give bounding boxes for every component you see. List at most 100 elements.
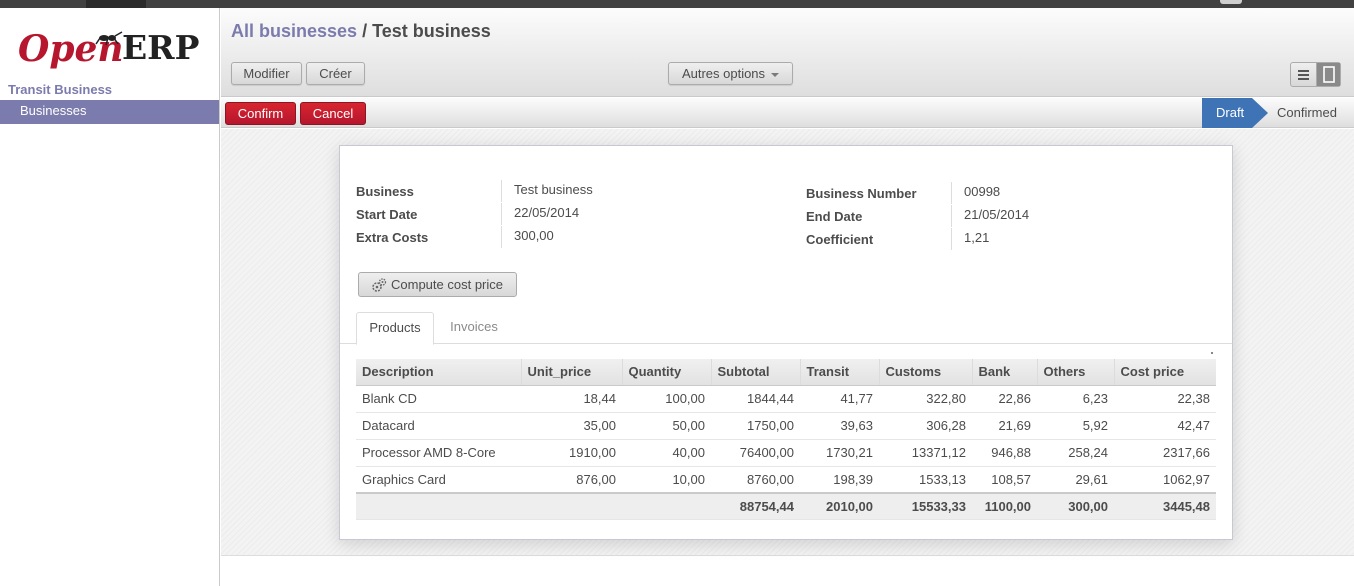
confirm-button[interactable]: Confirm bbox=[225, 102, 296, 125]
cell-subtotal: 1844,44 bbox=[711, 385, 800, 413]
list-resize-dot bbox=[1211, 352, 1213, 354]
total-customs: 15533,33 bbox=[879, 492, 972, 520]
total-quantity bbox=[622, 492, 711, 520]
business-number-field[interactable]: 00998 bbox=[951, 182, 1211, 204]
column-header-others[interactable]: Others bbox=[1036, 359, 1114, 386]
end-date-label: End Date bbox=[806, 209, 863, 224]
cell-bank: 21,69 bbox=[972, 412, 1037, 440]
edit-button[interactable]: Modifier bbox=[231, 62, 302, 85]
column-header-quantity[interactable]: Quantity bbox=[621, 359, 711, 386]
view-switcher bbox=[1290, 62, 1341, 87]
stage-draft: Draft bbox=[1202, 98, 1252, 128]
business-field[interactable]: Test business bbox=[501, 180, 781, 202]
column-header-cost-price[interactable]: Cost price bbox=[1113, 359, 1216, 386]
top-menu-bar bbox=[0, 0, 1354, 8]
cell-others: 5,92 bbox=[1037, 412, 1114, 440]
notebook-tabs: Products Invoices bbox=[340, 312, 1232, 345]
cell-transit: 41,77 bbox=[800, 385, 879, 413]
cell-bank: 946,88 bbox=[972, 439, 1037, 467]
table-row[interactable]: Graphics Card 876,00 10,00 8760,00 198,3… bbox=[356, 466, 1216, 494]
cell-subtotal: 1750,00 bbox=[711, 412, 800, 440]
stage-confirmed: Confirmed bbox=[1277, 105, 1337, 120]
top-menu-tab[interactable] bbox=[86, 0, 146, 8]
table-row[interactable]: Processor AMD 8-Core 1910,00 40,00 76400… bbox=[356, 439, 1216, 467]
cell-unit-price: 35,00 bbox=[521, 412, 622, 440]
stage-arrow bbox=[1252, 98, 1268, 128]
cell-others: 6,23 bbox=[1037, 385, 1114, 413]
column-header-transit[interactable]: Transit bbox=[799, 359, 879, 386]
total-subtotal: 88754,44 bbox=[711, 492, 800, 520]
ant-icon bbox=[95, 31, 123, 46]
compute-cost-price-button[interactable]: Compute cost price bbox=[358, 272, 517, 297]
cell-transit: 1730,21 bbox=[800, 439, 879, 467]
start-date-field[interactable]: 22/05/2014 bbox=[501, 203, 781, 225]
cell-customs: 13371,12 bbox=[879, 439, 972, 467]
logo-erp-text: ERP bbox=[122, 28, 200, 67]
coefficient-label: Coefficient bbox=[806, 232, 874, 247]
cell-subtotal: 76400,00 bbox=[711, 439, 800, 467]
cell-bank: 108,57 bbox=[972, 466, 1037, 494]
cell-quantity: 50,00 bbox=[622, 412, 711, 440]
caret-down-icon bbox=[771, 72, 780, 77]
total-unit-price bbox=[521, 492, 622, 520]
table-row[interactable]: Blank CD 18,44 100,00 1844,44 41,77 322,… bbox=[356, 385, 1216, 413]
form-sheet: Business Test business Start Date 22/05/… bbox=[339, 145, 1233, 540]
cancel-button[interactable]: Cancel bbox=[300, 102, 366, 125]
cell-customs: 1533,13 bbox=[879, 466, 972, 494]
cell-unit-price: 18,44 bbox=[521, 385, 622, 413]
end-date-field[interactable]: 21/05/2014 bbox=[951, 205, 1211, 227]
create-button[interactable]: Créer bbox=[306, 62, 365, 85]
cell-cost-price: 42,47 bbox=[1114, 412, 1216, 440]
total-description bbox=[356, 492, 521, 520]
table-header-row: Description Unit_price Quantity Subtotal… bbox=[356, 359, 1216, 386]
total-cost-price: 3445,48 bbox=[1114, 492, 1216, 520]
cell-quantity: 100,00 bbox=[622, 385, 711, 413]
column-header-subtotal[interactable]: Subtotal bbox=[710, 359, 800, 386]
tab-products[interactable]: Products bbox=[356, 312, 434, 345]
total-bank: 1100,00 bbox=[972, 492, 1037, 520]
extra-costs-label: Extra Costs bbox=[356, 230, 429, 245]
breadcrumb: All businesses / Test business bbox=[231, 21, 491, 42]
cell-description: Blank CD bbox=[356, 385, 521, 413]
tab-invoices[interactable]: Invoices bbox=[435, 312, 513, 344]
cell-subtotal: 8760,00 bbox=[711, 466, 800, 494]
user-menu-icon[interactable] bbox=[1220, 0, 1242, 4]
table-row[interactable]: Datacard 35,00 50,00 1750,00 39,63 306,2… bbox=[356, 412, 1216, 440]
list-view-icon[interactable] bbox=[1291, 63, 1316, 86]
more-options-dropdown[interactable]: Autres options bbox=[668, 62, 793, 85]
form-view-icon[interactable] bbox=[1316, 63, 1340, 86]
breadcrumb-parent-link[interactable]: All businesses bbox=[231, 21, 357, 41]
start-date-label: Start Date bbox=[356, 207, 418, 222]
cell-description: Graphics Card bbox=[356, 466, 521, 494]
breadcrumb-separator: / bbox=[357, 21, 373, 41]
cell-transit: 198,39 bbox=[800, 466, 879, 494]
product-lines-table: Description Unit_price Quantity Subtotal… bbox=[356, 359, 1216, 520]
cell-others: 29,61 bbox=[1037, 466, 1114, 494]
cell-cost-price: 2317,66 bbox=[1114, 439, 1216, 467]
gears-icon bbox=[372, 278, 387, 292]
cell-cost-price: 22,38 bbox=[1114, 385, 1216, 413]
view-header: All businesses / Test business Modifier … bbox=[221, 8, 1354, 97]
business-number-label: Business Number bbox=[806, 186, 917, 201]
coefficient-field[interactable]: 1,21 bbox=[951, 228, 1211, 250]
compute-button-label: Compute cost price bbox=[391, 277, 503, 292]
column-header-description[interactable]: Description bbox=[356, 359, 521, 386]
sidebar-item-businesses[interactable]: Businesses bbox=[0, 100, 219, 124]
extra-costs-field[interactable]: 300,00 bbox=[501, 226, 781, 248]
column-header-unit-price[interactable]: Unit_price bbox=[520, 359, 622, 386]
openerp-logo[interactable]: Open ERP bbox=[18, 28, 208, 78]
cell-customs: 306,28 bbox=[879, 412, 972, 440]
cell-cost-price: 1062,97 bbox=[1114, 466, 1216, 494]
cell-description: Datacard bbox=[356, 412, 521, 440]
cell-description: Processor AMD 8-Core bbox=[356, 439, 521, 467]
cell-unit-price: 876,00 bbox=[521, 466, 622, 494]
sidebar: Open ERP Transit Business Businesses bbox=[0, 8, 220, 586]
column-header-customs[interactable]: Customs bbox=[878, 359, 972, 386]
column-header-bank[interactable]: Bank bbox=[971, 359, 1037, 386]
total-transit: 2010,00 bbox=[800, 492, 879, 520]
status-bar: Confirm Cancel Draft Confirmed bbox=[221, 98, 1354, 128]
cell-others: 258,24 bbox=[1037, 439, 1114, 467]
breadcrumb-current: Test business bbox=[372, 21, 491, 41]
cell-quantity: 40,00 bbox=[622, 439, 711, 467]
total-others: 300,00 bbox=[1037, 492, 1114, 520]
